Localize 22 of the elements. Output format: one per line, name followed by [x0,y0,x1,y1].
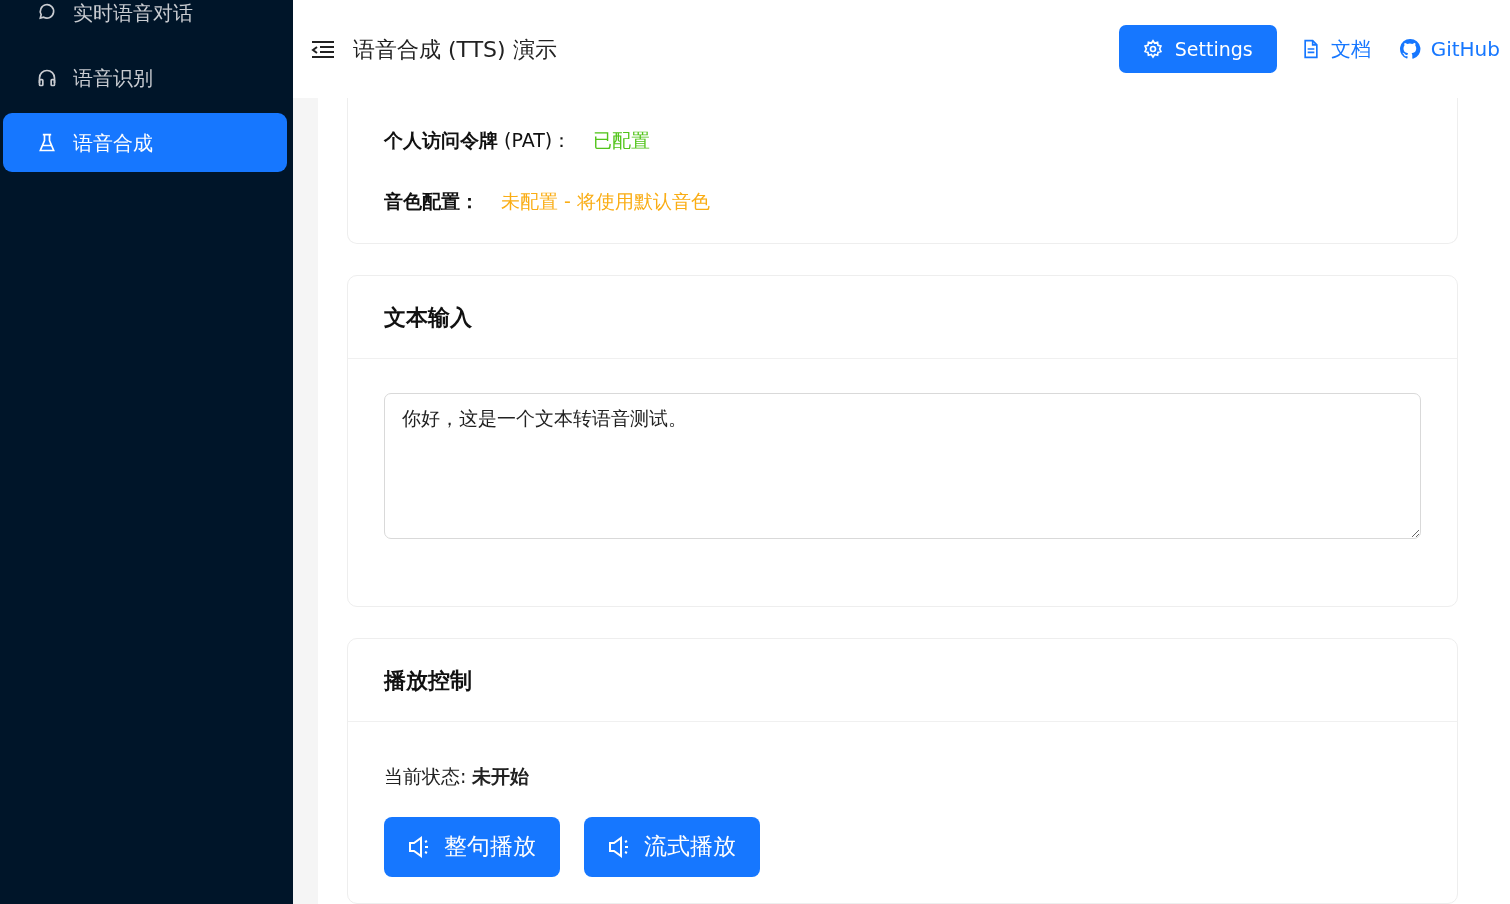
flask-icon [37,132,57,153]
play-button[interactable]: 流式播放 [584,816,760,877]
card-title: 文本输入 [384,303,472,332]
card-title: 播放控制 [384,666,472,695]
config-label: 音色配置： [384,188,479,214]
status-text: 当前状态: 未开始 [384,764,531,789]
config-status: 未配置 - 将使用默认音色 [501,188,710,214]
config-label: 个人访问令牌 (PAT)： [384,128,572,153]
page-title: 语音合成 (TTS) 演示 [353,35,557,64]
settings-button[interactable]: Settings [1118,25,1277,73]
text-input-field[interactable]: 你好，这是一个文本转语音测试。 [384,393,1421,539]
header-link[interactable]: 文档 [1300,34,1371,64]
config-status: 已配置 [593,128,651,153]
github-icon [1398,38,1421,60]
headphones-icon [37,67,57,88]
menu-fold-icon[interactable] [311,39,335,59]
play-button[interactable]: 整句播放 [384,816,560,877]
sidebar-item[interactable]: 语音合成 [3,113,287,172]
header-link[interactable]: GitHub [1398,34,1500,64]
settings-icon [1142,39,1163,59]
sidebar-item[interactable]: 实时语音对话 [3,0,287,42]
sidebar-item[interactable]: 语音识别 [3,48,287,107]
